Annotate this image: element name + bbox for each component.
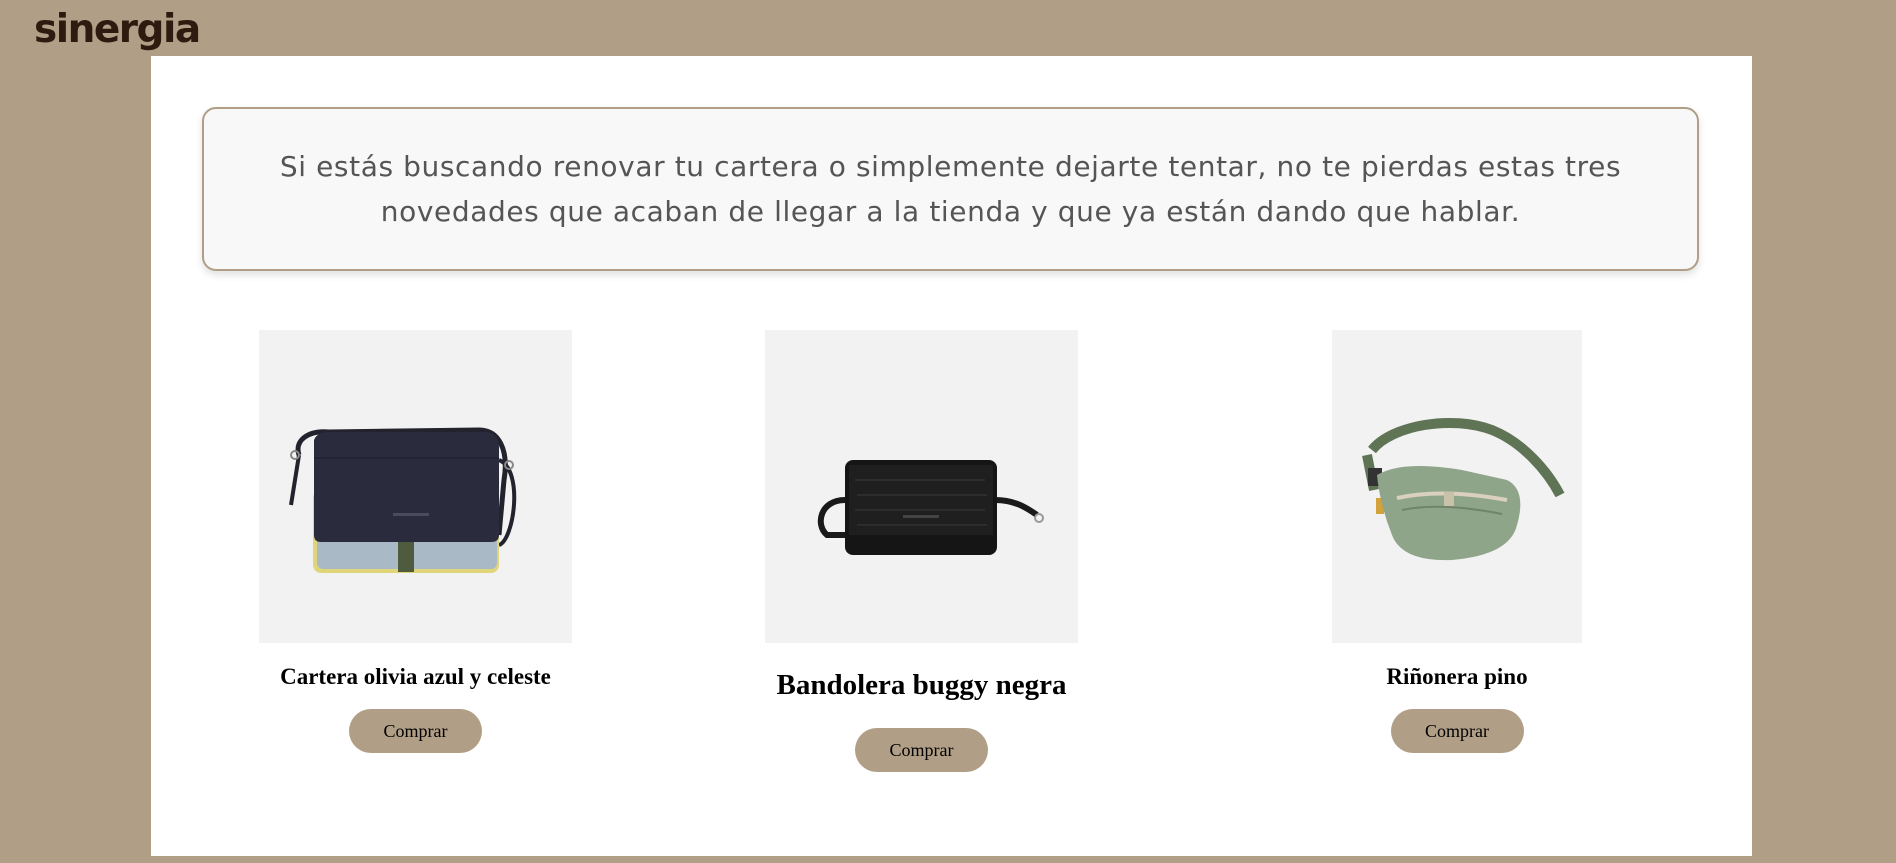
product-name: Cartera olivia azul y celeste	[280, 664, 551, 689]
product-name: Riñonera pino	[1386, 664, 1528, 689]
crossbody-bag-navy-lightblue-image	[289, 427, 517, 573]
product-image-rinonera-pino[interactable]	[1332, 330, 1582, 643]
intro-text: Si estás buscando renovar tu cartera o s…	[279, 150, 1622, 228]
product-image-bandolera-buggy[interactable]	[765, 330, 1078, 643]
buy-button-rinonera-pino[interactable]: Comprar	[1390, 709, 1524, 753]
buy-button-cartera-olivia[interactable]: Comprar	[349, 709, 482, 753]
main-content-panel: Si estás buscando renovar tu cartera o s…	[151, 56, 1752, 856]
product-image-cartera-olivia[interactable]	[259, 330, 572, 643]
black-bandolera-bag-image	[817, 460, 1044, 555]
product-card-cartera-olivia: Cartera olivia azul y celeste Comprar	[259, 330, 572, 753]
buy-button-bandolera-buggy[interactable]: Comprar	[855, 728, 988, 772]
product-name: Bandolera buggy negra	[776, 669, 1067, 701]
site-logo[interactable]: sinergia	[34, 6, 201, 54]
product-card-bandolera-buggy: Bandolera buggy negra Comprar	[765, 330, 1078, 772]
product-card-rinonera-pino: Riñonera pino Comprar	[1332, 330, 1582, 753]
intro-box: Si estás buscando renovar tu cartera o s…	[202, 107, 1699, 271]
green-fanny-pack-image	[1362, 417, 1565, 561]
